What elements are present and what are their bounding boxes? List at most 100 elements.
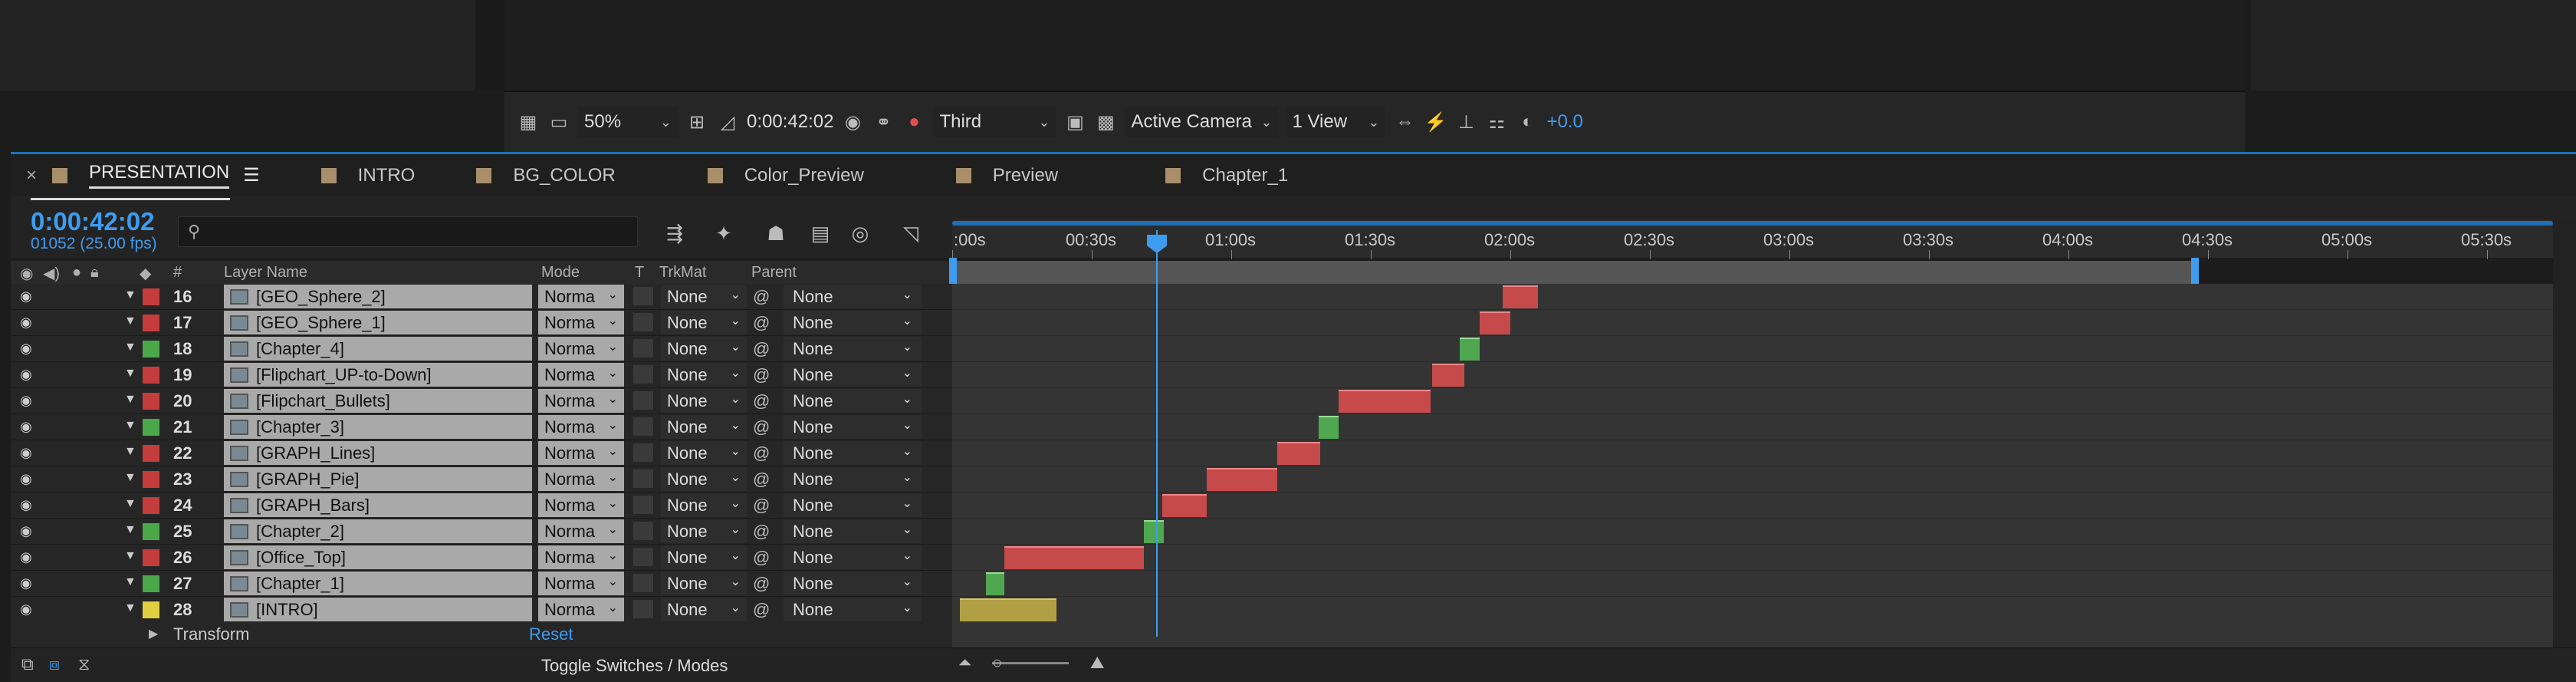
layer-row[interactable]: ◉ ▼ 27 [Chapter_1] Norma ⌄ None ⌄ @ None ⌄: [11, 571, 952, 597]
column-layer-name[interactable]: Layer Name: [224, 264, 307, 282]
audio-icon[interactable]: ◀): [43, 264, 60, 283]
blend-mode-select[interactable]: Norma ⌄: [538, 519, 624, 543]
layer-name-cell[interactable]: [GRAPH_Pie]: [224, 467, 532, 491]
layer-duration-bar[interactable]: [1503, 285, 1538, 308]
preserve-transparency-toggle[interactable]: [633, 522, 653, 540]
solo-icon[interactable]: ●: [72, 264, 81, 282]
draft-3d-icon[interactable]: ✦: [710, 219, 738, 247]
transfer-controls-icon[interactable]: ⧈: [49, 654, 60, 674]
layer-duration-bar[interactable]: [1432, 364, 1464, 387]
transform-property-row[interactable]: ▶ Transform Reset: [11, 621, 952, 647]
twirl-down-icon[interactable]: ▼: [124, 367, 136, 381]
eye-icon[interactable]: ◉: [20, 367, 32, 383]
label-color-swatch[interactable]: [143, 497, 159, 514]
twirl-down-icon[interactable]: ▼: [124, 393, 136, 407]
pick-whip-icon[interactable]: @: [753, 548, 770, 568]
preserve-transparency-toggle[interactable]: [633, 287, 653, 305]
trkmat-select[interactable]: None ⌄: [661, 598, 747, 621]
layer-name-cell[interactable]: [Chapter_1]: [224, 572, 532, 595]
label-color-swatch[interactable]: [143, 315, 159, 331]
pick-whip-icon[interactable]: @: [753, 417, 770, 437]
zoom-in-icon[interactable]: ⛰: [1090, 653, 1104, 673]
blend-mode-select[interactable]: Norma ⌄: [538, 337, 624, 361]
preserve-transparency-toggle[interactable]: [633, 496, 653, 514]
work-area-end-handle[interactable]: [2191, 258, 2199, 284]
tab-preview[interactable]: Preview: [955, 154, 1073, 196]
grid-icon[interactable]: ▦: [517, 110, 540, 133]
label-color-swatch[interactable]: [143, 445, 159, 462]
layer-name-cell[interactable]: [Chapter_2]: [224, 519, 532, 543]
camera-snapshot-icon[interactable]: ◉: [841, 110, 864, 133]
twirl-down-icon[interactable]: ▼: [124, 523, 136, 537]
layer-row[interactable]: ◉ ▼ 28 [INTRO] Norma ⌄ None ⌄ @ None ⌄: [11, 597, 952, 623]
show-snapshot-icon[interactable]: ⚭: [872, 110, 895, 133]
in-out-icon[interactable]: ⧖: [78, 654, 90, 674]
zoom-out-icon[interactable]: ⏶: [958, 653, 972, 673]
layer-row[interactable]: ◉ ▼ 24 [GRAPH_Bars] Norma ⌄ None ⌄ @ None ⌄: [11, 493, 952, 519]
blend-mode-select[interactable]: Norma ⌄: [538, 311, 624, 334]
parent-select[interactable]: None ⌄: [784, 285, 922, 308]
layer-row[interactable]: ◉ ▼ 21 [Chapter_3] Norma ⌄ None ⌄ @ None ⌄: [11, 414, 952, 440]
label-color-swatch[interactable]: [143, 575, 159, 592]
parent-select[interactable]: None ⌄: [784, 467, 922, 491]
twirl-down-icon[interactable]: ▼: [124, 419, 136, 433]
parent-select[interactable]: None ⌄: [784, 337, 922, 361]
mask-icon[interactable]: ◿: [716, 110, 739, 133]
tab-color-preview[interactable]: Color_Preview: [707, 154, 879, 196]
preserve-transparency-toggle[interactable]: [633, 391, 653, 410]
vertical-scrollbar[interactable]: [2553, 219, 2576, 647]
viewer-timecode[interactable]: 0:00:42:02: [747, 111, 833, 133]
tab-presentation[interactable]: PRESENTATION ☰: [52, 154, 275, 196]
layer-row[interactable]: ◉ ▼ 22 [GRAPH_Lines] Norma ⌄ None ⌄ @ None ⌄: [11, 440, 952, 466]
composition-flowchart-icon[interactable]: ⇶: [661, 219, 688, 247]
pick-whip-icon[interactable]: @: [753, 287, 770, 307]
eye-icon[interactable]: ◉: [20, 393, 32, 409]
parent-select[interactable]: None ⌄: [784, 572, 922, 595]
eye-icon[interactable]: ◉: [20, 445, 32, 461]
layer-name-cell[interactable]: [GEO_Sphere_1]: [224, 311, 532, 334]
blend-mode-select[interactable]: Norma ⌄: [538, 467, 624, 491]
toggle-pixel-aspect-icon[interactable]: ⇔: [1393, 110, 1416, 133]
frame-blending-icon[interactable]: ▤: [807, 219, 834, 247]
lock-icon[interactable]: 🔒︎: [90, 264, 99, 282]
reset-link[interactable]: Reset: [529, 624, 573, 644]
layer-name-cell[interactable]: [Flipchart_UP-to-Down]: [224, 363, 532, 387]
transparency-grid-icon[interactable]: ▩: [1094, 110, 1117, 133]
layer-duration-bar[interactable]: [986, 572, 1004, 595]
pick-whip-icon[interactable]: @: [753, 496, 770, 516]
preserve-transparency-toggle[interactable]: [633, 417, 653, 436]
blend-mode-select[interactable]: Norma ⌄: [538, 389, 624, 413]
label-color-swatch[interactable]: [143, 341, 159, 357]
layer-row[interactable]: ◉ ▼ 17 [GEO_Sphere_1] Norma ⌄ None ⌄ @ None ⌄: [11, 310, 952, 336]
eye-icon[interactable]: ◉: [20, 419, 32, 435]
layer-duration-bar[interactable]: [1162, 494, 1207, 517]
time-navigator[interactable]: [952, 219, 2553, 227]
camera-select[interactable]: Active Camera ⌄: [1125, 107, 1279, 137]
layer-duration-bar[interactable]: [1004, 546, 1144, 569]
layer-duration-bar[interactable]: [1319, 416, 1339, 439]
trkmat-select[interactable]: None ⌄: [661, 493, 747, 517]
pick-whip-icon[interactable]: @: [753, 600, 770, 620]
blend-mode-select[interactable]: Norma ⌄: [538, 493, 624, 517]
expand-arrow-icon[interactable]: ▶: [149, 626, 158, 641]
pick-whip-icon[interactable]: @: [753, 313, 770, 333]
layer-name-cell[interactable]: [Flipchart_Bullets]: [224, 389, 532, 413]
parent-select[interactable]: None ⌄: [784, 493, 922, 517]
preserve-transparency-toggle[interactable]: [633, 600, 653, 618]
eye-icon[interactable]: ◉: [20, 575, 32, 591]
twirl-down-icon[interactable]: ▼: [124, 575, 136, 589]
trkmat-select[interactable]: None ⌄: [661, 415, 747, 439]
layer-row[interactable]: ◉ ▼ 23 [GRAPH_Pie] Norma ⌄ None ⌄ @ None ⌄: [11, 466, 952, 493]
layer-row[interactable]: ◉ ▼ 20 [Flipchart_Bullets] Norma ⌄ None ⌄ @ None ⌄: [11, 388, 952, 414]
eye-icon[interactable]: ◉: [20, 549, 32, 565]
label-color-swatch[interactable]: [143, 601, 159, 618]
parent-select[interactable]: None ⌄: [784, 519, 922, 543]
layer-duration-bar[interactable]: [1339, 390, 1431, 413]
shy-layers-icon[interactable]: ☗: [762, 219, 790, 247]
trkmat-select[interactable]: None ⌄: [661, 285, 747, 308]
parent-select[interactable]: None ⌄: [784, 598, 922, 621]
preserve-transparency-toggle[interactable]: [633, 365, 653, 384]
trkmat-select[interactable]: None ⌄: [661, 467, 747, 491]
parent-select[interactable]: None ⌄: [784, 415, 922, 439]
toggle-switches-modes-button[interactable]: Toggle Switches / Modes: [541, 656, 728, 676]
